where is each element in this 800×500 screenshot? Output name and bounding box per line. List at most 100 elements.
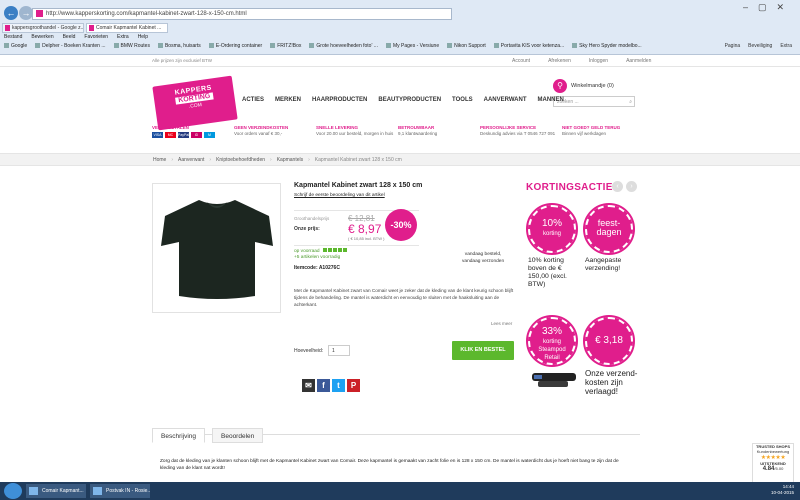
fav-mypages[interactable]: My Pages - Versiune — [386, 43, 439, 49]
twitter-share-icon[interactable]: t — [332, 379, 345, 392]
menu-favorieten[interactable]: Favorieten — [84, 34, 108, 40]
link-inloggen[interactable]: Inloggen — [589, 58, 608, 64]
usp-levering: SNELLE LEVERING Voor 20.00 uur besteld, m… — [316, 125, 398, 138]
crumb-kniptoebehoren[interactable]: Kniptoebehoefdheden — [216, 157, 265, 163]
fav-nikon[interactable]: Nikon Support — [447, 43, 486, 49]
crumb-aanverwant[interactable]: Aanverwant — [178, 157, 204, 163]
nav-aanverwant[interactable]: AANVERWANT — [484, 97, 527, 103]
stock-count: +5 artikelen voorradig — [294, 255, 341, 260]
address-bar[interactable]: http://www.kapperskorting.com/kapmantel-… — [32, 8, 452, 20]
fav-foto[interactable]: Grote hoeveelheden foto' ... — [309, 43, 378, 49]
trusted-shops-badge[interactable]: TRUSTED SHOPS Kundenbewertung ★★★★★ UITS… — [752, 443, 794, 483]
product-image[interactable] — [152, 183, 281, 313]
tab-beschrijving[interactable]: Beschrijving — [152, 428, 206, 443]
menu-beeld[interactable]: Beeld — [63, 34, 76, 40]
cmd-pagina[interactable]: Pagina — [725, 43, 741, 49]
vat-note: Alle prijzen zijn exclusief BTW — [152, 58, 213, 63]
search-input[interactable]: zoeken ... ⌕ — [553, 96, 635, 107]
pinterest-share-icon[interactable]: P — [347, 379, 360, 392]
crumb-current: Kapmantel Kabinet zwart 128 x 150 cm — [314, 157, 402, 163]
price-incl-vat: ( € 10,85 incl. BTW ) — [348, 236, 385, 241]
email-share-icon[interactable]: ✉ — [302, 379, 315, 392]
site-logo[interactable]: KAPPERS KORTING .COM — [152, 75, 238, 131]
url-text: http://www.kapperskorting.com/kapmantel-… — [46, 11, 247, 17]
facebook-share-icon[interactable]: f — [317, 379, 330, 392]
trust-score: 4.84 — [762, 466, 775, 472]
usp-text: Binnen vijf werkdagen — [562, 131, 607, 136]
crumb-kapmantels[interactable]: Kapmantels — [277, 157, 303, 163]
crumb-separator: › — [270, 157, 272, 163]
clock-date: 10-04-2015 — [770, 490, 794, 495]
promo-badge-line1: € 3,18 — [595, 335, 623, 346]
system-clock[interactable]: 14:44 10-04-2015 — [771, 484, 794, 496]
link-afrekenen[interactable]: Afrekenen — [548, 58, 571, 64]
basket-icon: ⚲ — [553, 79, 567, 93]
product-title: Kapmantel Kabinet zwart 128 x 150 cm — [294, 182, 423, 189]
promo-10-percent[interactable]: 10% korting 10% korting boven de € 150,00… — [526, 203, 582, 289]
cart-link[interactable]: ⚲ Winkelmandje (0) — [553, 79, 614, 93]
nav-merken[interactable]: MERKEN — [275, 97, 301, 103]
quantity-input[interactable]: 1 — [328, 345, 350, 356]
steampod-image — [532, 373, 576, 387]
main-nav: ACTIES MERKEN HAARPRODUCTEN BEAUTYPRODUC… — [242, 97, 564, 103]
promo-steampod[interactable]: 33% korting Steampod Retail — [526, 315, 582, 394]
promo-badge-line2: korting — [542, 231, 561, 237]
menu-bestand[interactable]: Bestand — [4, 34, 22, 40]
window-controls[interactable]: –▢✕ — [743, 2, 794, 13]
fav-eordering[interactable]: E-Ordering container — [209, 43, 262, 49]
nav-acties[interactable]: ACTIES — [242, 97, 264, 103]
browser-tab-comair[interactable]: Comair Kapmantel Kabinet ... — [86, 23, 168, 33]
crumb-home[interactable]: Home — [153, 157, 166, 163]
usp-bar: VEILIG BETALEN VISA MC PayPal iD M GEEN … — [152, 125, 644, 138]
menu-extra[interactable]: Extra — [117, 34, 129, 40]
cmd-beveiliging[interactable]: Beveiliging — [748, 43, 772, 49]
nav-beautyproducten[interactable]: BEAUTYPRODUCTEN — [378, 97, 441, 103]
usp-betrouwbaar: BETROUWBAAR 9,1 klantwaardering — [398, 125, 480, 138]
prev-arrow-icon[interactable]: ‹ — [612, 181, 623, 192]
promo-verzendkosten[interactable]: € 3,18 Onze verzend-kosten zijn verlaagd… — [583, 315, 639, 396]
promo-text: Aangepaste verzending! — [585, 257, 622, 272]
read-more-link[interactable]: Lees meer — [491, 321, 512, 326]
fav-bmw[interactable]: BMW Routes — [114, 43, 150, 49]
browser-tab-google[interactable]: kappersgroothandel - Google z... — [2, 23, 84, 33]
wholesale-label: Groothandelsprijs — [294, 216, 330, 221]
taskbar-item-outlook[interactable]: Postvak IN - Rosie... — [90, 484, 150, 498]
search-icon[interactable]: ⌕ — [629, 97, 632, 107]
crumb-separator: › — [308, 157, 310, 163]
fav-portavita[interactable]: Portavita KIS voor ketenza... — [494, 43, 564, 49]
tab-description-text: Zorg dat de kleding van je klanten schoo… — [160, 459, 619, 471]
mastercard-icon: MC — [165, 132, 176, 138]
forward-button[interactable]: → — [19, 6, 33, 20]
usp-service: PERSOONLIJKE SERVICE Deskundig advies via… — [480, 125, 562, 138]
nav-mannen[interactable]: MANNEN — [538, 97, 564, 103]
nav-tools[interactable]: TOOLS — [452, 97, 473, 103]
fav-skyhero[interactable]: Sky Hero Spyder modelbo... — [572, 43, 642, 49]
promo-feestdagen[interactable]: feest-dagen Aangepaste verzending! — [583, 203, 639, 273]
buy-button[interactable]: KLIK EN BESTEL — [452, 341, 514, 360]
webpage: Alle prijzen zijn exclusief BTW Account … — [0, 55, 800, 495]
link-aanmelden[interactable]: Aanmelden — [626, 58, 651, 64]
usp-text: Voor orders vanaf € 30,- — [234, 131, 283, 136]
promo-badge: € 3,18 — [583, 315, 635, 367]
quantity-label: Hoeveelheid: — [294, 348, 324, 354]
promo-text: Onze verzend-kosten zijn verlaagd! — [585, 369, 638, 396]
back-button[interactable]: ← — [4, 6, 18, 20]
cape-image — [161, 200, 273, 299]
rating-stars-icon: ★★★★★ — [760, 455, 786, 461]
fav-delpher[interactable]: Delpher - Boeken Kranten ... — [35, 43, 105, 49]
write-review-link[interactable]: Schrijf de eerste beoordeling van dit ar… — [294, 193, 385, 198]
menu-help[interactable]: Help — [138, 34, 148, 40]
cmd-extra[interactable]: Extra — [780, 43, 792, 49]
tab-beoordelen[interactable]: Beoordelen — [212, 428, 264, 443]
nav-haarproducten[interactable]: HAARPRODUCTEN — [312, 97, 367, 103]
menu-bewerken[interactable]: Bewerken — [31, 34, 53, 40]
link-account[interactable]: Account — [512, 58, 530, 64]
taskbar-item-browser[interactable]: Comair Kapmant... — [26, 484, 86, 498]
fav-fritzbox[interactable]: FRITZ!Box — [270, 43, 301, 49]
start-button-icon[interactable] — [4, 483, 22, 499]
stock-bars-icon — [322, 248, 348, 254]
fav-bosma[interactable]: Bosma, huisarts — [158, 43, 201, 49]
sidebar-heading: KORTINGSACTIES — [526, 182, 620, 193]
fav-google[interactable]: Google — [4, 43, 27, 49]
next-arrow-icon[interactable]: › — [626, 181, 637, 192]
